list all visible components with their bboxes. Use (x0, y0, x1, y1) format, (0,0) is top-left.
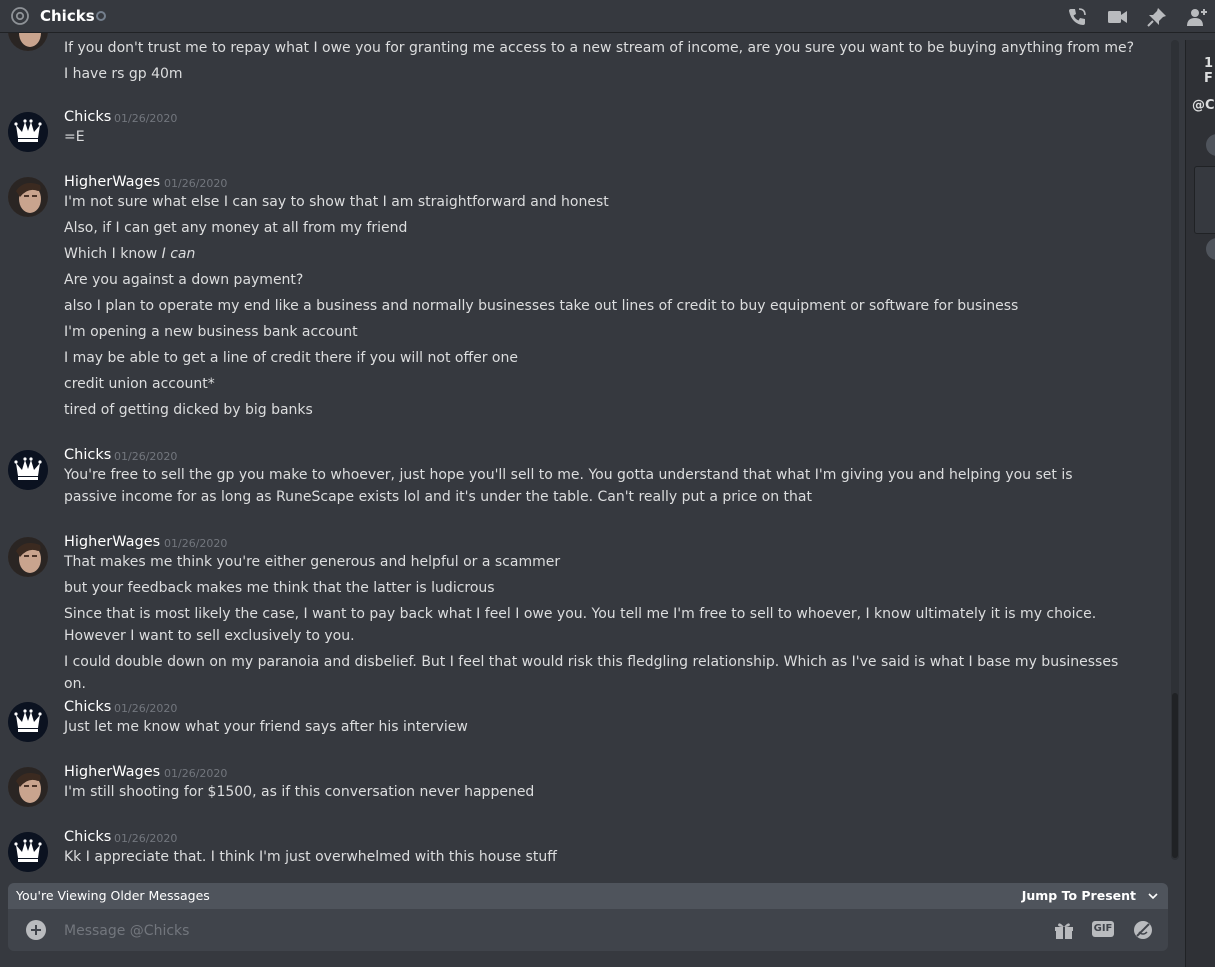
avatar[interactable] (8, 767, 48, 807)
message-composer: GIF (8, 909, 1168, 951)
message-input[interactable] (62, 916, 1026, 946)
avatar[interactable] (8, 702, 48, 742)
message-text-content: I'm still shooting for $1500, as if this… (64, 784, 535, 800)
message-text: I'm not sure what else I can say to show… (64, 191, 1144, 213)
channel-header: Chicks (0, 0, 1215, 33)
avatar[interactable] (8, 832, 48, 872)
upload-plus-icon[interactable] (26, 920, 46, 940)
message-text-content: credit union account* (64, 376, 215, 392)
message-text-content: Just let me know what your friend says a… (64, 719, 468, 735)
message-text: Since that is most likely the case, I wa… (64, 603, 1124, 647)
message-timestamp: 01/26/2020 (164, 767, 228, 780)
message-text: =E (64, 126, 1144, 148)
message-timestamp: 01/26/2020 (114, 832, 178, 845)
message-list[interactable]: If you don't trust me to repay what I ow… (0, 33, 1170, 883)
message-author[interactable]: HigherWages (64, 764, 160, 780)
message-text-content: Since that is most likely the case, I wa… (64, 606, 1097, 644)
message-timestamp: 01/26/2020 (114, 112, 178, 125)
message-author[interactable]: HigherWages (64, 534, 160, 550)
message-text-content: also I plan to operate my end like a bus… (64, 298, 1019, 314)
voice-call-icon[interactable] (1066, 6, 1088, 28)
message-author[interactable]: Chicks (64, 699, 111, 715)
member-avatar[interactable] (1206, 238, 1215, 260)
jump-to-present-button[interactable]: Jump To Present (1022, 888, 1136, 903)
message-text-content: Are you against a down payment? (64, 272, 304, 288)
message-text: credit union account* (64, 373, 1144, 395)
emoji-icon[interactable] (1132, 919, 1154, 941)
message-text: also I plan to operate my end like a bus… (64, 295, 1144, 317)
message-text: I may be able to get a line of credit th… (64, 347, 1144, 369)
message-text-content: Which I know (64, 246, 158, 262)
message-text: Also, if I can get any money at all from… (64, 217, 1144, 239)
older-messages-text: You're Viewing Older Messages (16, 888, 210, 903)
message-text: tired of getting dicked by big banks (64, 399, 1144, 421)
message-text-content: tired of getting dicked by big banks (64, 402, 313, 418)
message-text: but your feedback makes me think that th… (64, 577, 1144, 599)
message-text: You're free to sell the gp you make to w… (64, 464, 1124, 508)
gift-icon[interactable] (1053, 919, 1075, 941)
message-text: Are you against a down payment? (64, 269, 1144, 291)
message-text-content: You're free to sell the gp you make to w… (64, 467, 1073, 505)
message-text: Kk I appreciate that. I think I'm just o… (64, 846, 1144, 868)
right-panel-top-text: 1 F (1204, 56, 1214, 86)
offline-status-icon (96, 11, 106, 21)
avatar[interactable] (8, 112, 48, 152)
older-messages-banner: You're Viewing Older Messages Jump To Pr… (8, 883, 1168, 909)
message-text: I have rs gp 40m (64, 63, 1144, 85)
pin-icon[interactable] (1146, 6, 1168, 28)
member-avatar[interactable] (1206, 134, 1215, 156)
avatar[interactable] (8, 177, 48, 217)
message-text-content: I could double down on my paranoia and d… (64, 654, 1119, 692)
message-author[interactable]: HigherWages (64, 174, 160, 190)
video-call-icon[interactable] (1106, 6, 1128, 28)
message-text-content: I'm opening a new business bank account (64, 324, 358, 340)
message-text: Which I know I can (64, 243, 1144, 265)
message-timestamp: 01/26/2020 (114, 450, 178, 463)
avatar[interactable] (8, 537, 48, 577)
message-text: Just let me know what your friend says a… (64, 716, 1144, 738)
message-text-content: I may be able to get a line of credit th… (64, 350, 518, 366)
message-timestamp: 01/26/2020 (114, 702, 178, 715)
avatar[interactable] (8, 33, 48, 51)
channel-title: Chicks (40, 7, 95, 25)
message-text-content: If you don't trust me to repay what I ow… (64, 40, 1135, 56)
message-text-content: Kk I appreciate that. I think I'm just o… (64, 849, 557, 865)
chevron-down-icon[interactable] (1148, 891, 1158, 901)
scrollbar-thumb[interactable] (1172, 693, 1178, 858)
right-side-panel: 1 F @C (1185, 40, 1215, 967)
message-text: I could double down on my paranoia and d… (64, 651, 1124, 695)
at-icon (11, 7, 29, 25)
member-selected[interactable] (1194, 166, 1215, 234)
message-text: I'm opening a new business bank account (64, 321, 1144, 343)
message-author[interactable]: Chicks (64, 109, 111, 125)
message-text-content: =E (64, 129, 85, 145)
add-friend-icon[interactable] (1186, 6, 1208, 28)
avatar[interactable] (8, 450, 48, 490)
message-text-content: but your feedback makes me think that th… (64, 580, 495, 596)
right-panel-mention: @C (1192, 98, 1215, 113)
message-text-content: Also, if I can get any money at all from… (64, 220, 408, 236)
message-text: If you don't trust me to repay what I ow… (64, 37, 1144, 59)
message-timestamp: 01/26/2020 (164, 177, 228, 190)
message-text-content: That makes me think you're either genero… (64, 554, 561, 570)
message-text-content: I'm not sure what else I can say to show… (64, 194, 609, 210)
message-text-content: I have rs gp 40m (64, 66, 183, 82)
message-author[interactable]: Chicks (64, 829, 111, 845)
message-text: That makes me think you're either genero… (64, 551, 1144, 573)
italic-text: I can (157, 246, 196, 262)
message-timestamp: 01/26/2020 (164, 537, 228, 550)
gif-button[interactable]: GIF (1092, 921, 1114, 937)
message-text: I'm still shooting for $1500, as if this… (64, 781, 1144, 803)
message-author[interactable]: Chicks (64, 447, 111, 463)
